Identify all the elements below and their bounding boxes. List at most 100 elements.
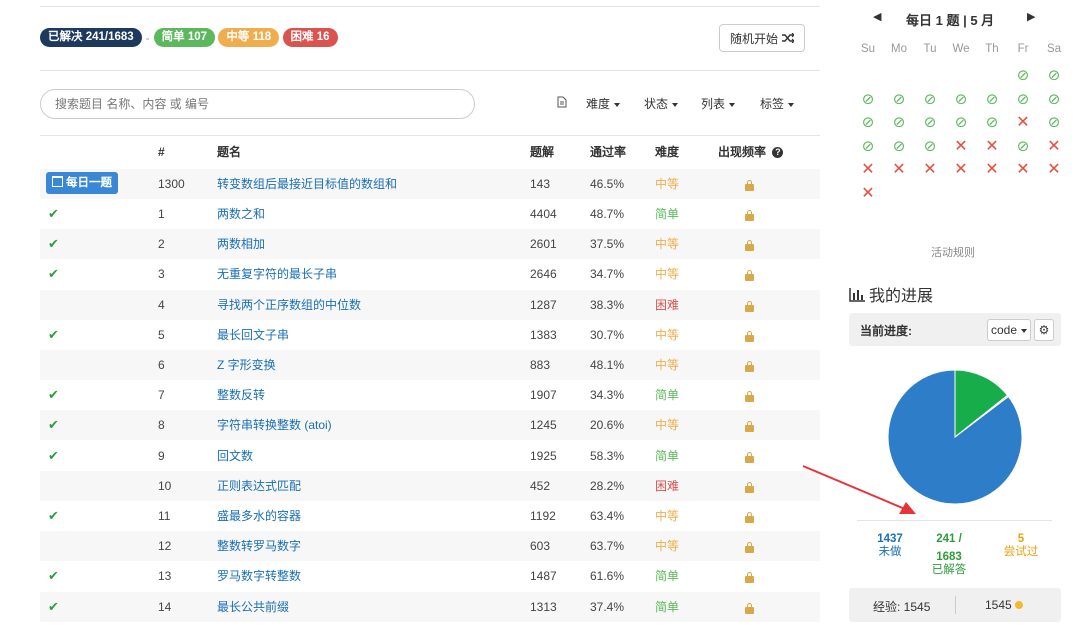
missed-day-icon[interactable]: ✕ <box>888 159 910 181</box>
problem-solutions[interactable]: 883 <box>530 350 550 380</box>
unsolved-stat[interactable]: 1437 未做 <box>868 533 912 559</box>
daily-problem-button[interactable]: 每日一题 <box>46 172 118 194</box>
problem-title-link[interactable]: 罗马数字转整数 <box>217 561 301 591</box>
lock-icon[interactable] <box>745 501 754 531</box>
problem-solutions[interactable]: 1907 <box>530 380 557 410</box>
missed-day-icon[interactable]: ✕ <box>950 159 972 181</box>
lock-icon[interactable] <box>745 199 754 229</box>
checked-day-icon[interactable]: ⊘ <box>1043 89 1065 111</box>
checked-day-icon[interactable]: ⊘ <box>888 136 910 158</box>
difficulty-filter[interactable]: 难度 <box>586 95 621 112</box>
problem-title-link[interactable]: 整数反转 <box>217 380 265 410</box>
problem-solutions[interactable]: 2646 <box>530 259 557 289</box>
table-row[interactable]: ✔ 3 无重复字符的最长子串 2646 34.7% 中等 <box>40 259 820 289</box>
checked-day-icon[interactable]: ⊘ <box>919 89 941 111</box>
header-acceptance[interactable]: 通过率 <box>590 137 626 167</box>
problem-solutions[interactable]: 1925 <box>530 441 557 471</box>
missed-day-icon[interactable]: ✕ <box>1043 159 1065 181</box>
lock-icon[interactable] <box>745 531 754 561</box>
checked-day-icon[interactable]: ⊘ <box>1043 112 1065 134</box>
header-num[interactable]: # <box>158 137 165 167</box>
problem-solutions[interactable]: 1287 <box>530 290 557 320</box>
problem-title-link[interactable]: 整数转罗马数字 <box>217 531 301 561</box>
table-row[interactable]: ✔ 9 回文数 1925 58.3% 简单 <box>40 441 820 471</box>
header-solutions[interactable]: 题解 <box>530 137 554 167</box>
problem-solutions[interactable]: 452 <box>530 471 550 501</box>
problem-solutions[interactable]: 1487 <box>530 561 557 591</box>
table-row[interactable]: ✔ 5 最长回文子串 1383 30.7% 中等 <box>40 320 820 350</box>
status-filter[interactable]: 状态 <box>644 95 679 112</box>
missed-day-icon[interactable]: ✕ <box>1043 136 1065 158</box>
lock-icon[interactable] <box>745 410 754 440</box>
problem-solutions[interactable]: 1245 <box>530 410 557 440</box>
table-row[interactable]: 12 整数转罗马数字 603 63.7% 中等 <box>40 531 820 562</box>
solved-stat[interactable]: 241 / 1683 已解答 <box>926 533 972 577</box>
checked-day-icon[interactable]: ⊘ <box>919 136 941 158</box>
checked-day-icon[interactable]: ⊘ <box>919 112 941 134</box>
checked-day-icon[interactable]: ⊘ <box>950 112 972 134</box>
code-select[interactable]: code <box>987 319 1031 341</box>
lock-icon[interactable] <box>745 259 754 289</box>
lock-icon[interactable] <box>745 290 754 320</box>
search-input[interactable] <box>40 89 475 119</box>
settings-button[interactable]: ⚙ <box>1034 319 1054 341</box>
header-title[interactable]: 题名 <box>217 137 241 167</box>
problem-solutions[interactable]: 2601 <box>530 229 557 259</box>
lock-icon[interactable] <box>745 350 754 380</box>
problem-title-link[interactable]: 两数之和 <box>217 199 265 229</box>
checked-day-icon[interactable]: ⊘ <box>888 89 910 111</box>
table-row[interactable]: ✔ 8 字符串转换整数 (atoi) 1245 20.6% 中等 <box>40 410 820 441</box>
lock-icon[interactable] <box>745 169 754 199</box>
checked-day-icon[interactable]: ⊘ <box>1043 65 1065 87</box>
lock-icon[interactable] <box>745 229 754 259</box>
tags-filter[interactable]: 标签 <box>760 95 795 112</box>
missed-day-icon[interactable]: ✕ <box>857 159 879 181</box>
missed-day-icon[interactable]: ✕ <box>857 183 879 205</box>
table-row[interactable]: 6 Z 字形变换 883 48.1% 中等 <box>40 350 820 380</box>
calendar-prev-button[interactable]: ◀ <box>873 10 881 23</box>
missed-day-icon[interactable]: ✕ <box>981 159 1003 181</box>
checked-day-icon[interactable]: ⊘ <box>1012 65 1034 87</box>
checked-day-icon[interactable]: ⊘ <box>857 136 879 158</box>
coins[interactable]: 1545 <box>985 598 1024 612</box>
problem-title-link[interactable]: 盛最多水的容器 <box>217 501 301 531</box>
problem-title-link[interactable]: 最长公共前缀 <box>217 592 289 622</box>
lock-icon[interactable] <box>745 441 754 471</box>
table-row[interactable]: ✔ 2 两数相加 2601 37.5% 中等 <box>40 229 820 260</box>
problem-solutions[interactable]: 143 <box>530 169 550 199</box>
table-row[interactable]: 10 正则表达式匹配 452 28.2% 困难 <box>40 470 820 501</box>
table-row[interactable]: ✔ 13 罗马数字转整数 1487 61.6% 简单 <box>40 561 820 591</box>
table-row[interactable]: 4 寻找两个正序数组的中位数 1287 38.3% 困难 <box>40 289 820 320</box>
header-frequency[interactable]: 出现频率 ? <box>718 137 784 167</box>
problem-solutions[interactable]: 1192 <box>530 501 556 531</box>
problem-solutions[interactable]: 603 <box>530 531 550 561</box>
lock-icon[interactable] <box>745 592 754 622</box>
checked-day-icon[interactable]: ⊘ <box>888 112 910 134</box>
lock-icon[interactable] <box>745 471 754 501</box>
problem-title-link[interactable]: Z 字形变换 <box>217 350 276 380</box>
checked-day-icon[interactable]: ⊘ <box>981 89 1003 111</box>
problem-title-link[interactable]: 字符串转换整数 (atoi) <box>217 410 332 440</box>
missed-day-icon[interactable]: ✕ <box>1012 112 1034 134</box>
table-row[interactable]: ✔ 1 两数之和 4404 48.7% 简单 <box>40 199 820 229</box>
problem-title-link[interactable]: 无重复字符的最长子串 <box>217 259 337 289</box>
medium-badge[interactable]: 中等 118 <box>218 28 280 47</box>
problem-title-link[interactable]: 回文数 <box>217 441 253 471</box>
table-row[interactable]: ✔ 7 整数反转 1907 34.3% 简单 <box>40 380 820 410</box>
easy-badge[interactable]: 简单 107 <box>153 28 216 47</box>
missed-day-icon[interactable]: ✕ <box>981 136 1003 158</box>
table-row[interactable]: ✔ 14 最长公共前缀 1313 37.4% 简单 <box>40 591 820 622</box>
problem-solutions[interactable]: 1383 <box>530 320 557 350</box>
lock-icon[interactable] <box>745 561 754 591</box>
lock-icon[interactable] <box>745 380 754 410</box>
random-start-button[interactable]: 随机开始 <box>719 24 805 52</box>
attempted-stat[interactable]: 5 尝试过 <box>998 533 1044 559</box>
hard-badge[interactable]: 困难 16 <box>282 28 338 47</box>
problem-solutions[interactable]: 1313 <box>530 592 557 622</box>
problem-title-link[interactable]: 转变数组后最接近目标值的数组和 <box>217 169 397 199</box>
checked-day-icon[interactable]: ⊘ <box>1012 89 1034 111</box>
document-icon[interactable] <box>557 96 567 108</box>
missed-day-icon[interactable]: ✕ <box>950 136 972 158</box>
missed-day-icon[interactable]: ✕ <box>919 159 941 181</box>
checked-day-icon[interactable]: ⊘ <box>857 112 879 134</box>
